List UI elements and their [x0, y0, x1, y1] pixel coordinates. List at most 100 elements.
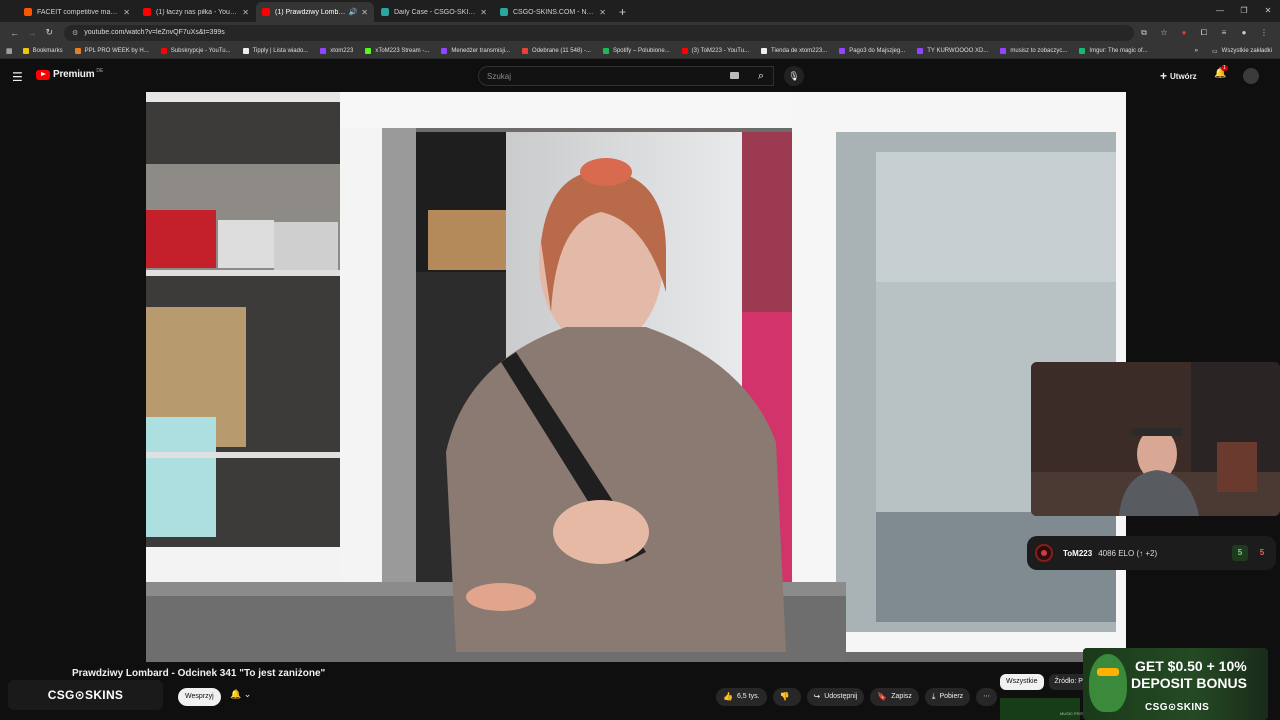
close-window-icon[interactable]: ✕	[1256, 6, 1280, 15]
bookmark-label: xtom223	[330, 47, 354, 54]
media-control-icon[interactable]: ≡	[1214, 28, 1234, 38]
youtube-play-icon	[36, 69, 50, 80]
bookmark-item[interactable]: Menedżer transmisji...	[441, 47, 510, 54]
video-player[interactable]: ToM223 4086 ELO (↑ +2) 5 5	[0, 92, 1280, 662]
bookmark-star-icon[interactable]: ☆	[1154, 28, 1174, 38]
faceit-elo-overlay: ToM223 4086 ELO (↑ +2) 5 5	[1027, 536, 1276, 570]
reload-icon[interactable]: ↻	[41, 27, 58, 38]
dislike-button[interactable]: 👎	[772, 688, 801, 706]
create-button[interactable]: + Utwórz	[1160, 68, 1197, 84]
bookmark-favicon-icon	[160, 47, 167, 54]
bookmark-label: xToM223 Stream -...	[375, 47, 430, 54]
youtube-logo[interactable]: Premium DE	[36, 67, 104, 80]
close-tab-icon[interactable]: ✕	[599, 8, 606, 17]
browser-tab[interactable]: (1) Prawdziwy Lombard - O...🔊✕	[256, 2, 374, 22]
support-button[interactable]: Wesprzyj	[178, 688, 221, 706]
extension-icon[interactable]: ●	[1174, 28, 1194, 38]
search-input[interactable]: Szukaj	[478, 66, 774, 86]
bookmark-favicon-icon	[365, 47, 372, 54]
video-frame[interactable]	[146, 92, 1126, 662]
bookmark-favicon-icon	[602, 47, 609, 54]
bookmark-favicon-icon	[761, 47, 768, 54]
bookmark-item[interactable]: Odebrane (11 548) -...	[522, 47, 591, 54]
thumbs-up-icon: 👍	[723, 692, 733, 701]
ad-subheadline: DEPOSIT BONUS	[1131, 675, 1247, 691]
bookmark-item[interactable]: PPL PRO WEEK by H...	[74, 47, 149, 54]
forward-icon[interactable]: →	[23, 28, 40, 38]
avatar[interactable]	[1243, 68, 1259, 84]
channel-name[interactable]: CSG⊙SKINS	[8, 680, 163, 710]
site-info-icon[interactable]: ⚙	[72, 29, 78, 37]
browser-tab[interactable]: Daily Case - CSGO-SKINS.COM ✕	[375, 2, 493, 22]
menu-icon[interactable]: ☰	[12, 70, 23, 84]
download-label: Pobierz	[939, 693, 964, 700]
close-tab-icon[interactable]: ✕	[480, 8, 487, 17]
minimize-icon[interactable]: —	[1208, 6, 1232, 15]
extensions-puzzle-icon[interactable]: ⧠	[1194, 28, 1214, 38]
bookmark-item[interactable]: Subskrypcje - YouTu...	[160, 47, 231, 54]
browser-tab[interactable]: FACEIT competitive match - FA...✕	[18, 2, 136, 22]
apps-grid-icon[interactable]: ▦	[6, 47, 13, 55]
like-button[interactable]: 👍 6,5 tys.	[716, 688, 767, 706]
restore-icon[interactable]: ❐	[1232, 6, 1256, 15]
url-field[interactable]: ⚙ youtube.com/watch?v=leZnvQF7uXs&t=399s	[63, 24, 1134, 41]
chip-all[interactable]: Wszystkie	[1000, 674, 1044, 690]
browser-menu-icon[interactable]: ⋮	[1254, 28, 1274, 38]
bookmark-favicon-icon	[522, 47, 529, 54]
bookmark-item[interactable]: Bookmarks	[22, 47, 63, 54]
tab-audio-icon[interactable]: 🔊	[349, 8, 358, 16]
share-label: Udostępnij	[824, 693, 858, 700]
bookmark-label: Imgur: The magic of...	[1089, 47, 1148, 54]
webcam-image	[1031, 362, 1280, 516]
bookmark-item[interactable]: xtom223	[320, 47, 354, 54]
video-scene-image	[146, 92, 1126, 662]
close-tab-icon[interactable]: ✕	[123, 8, 130, 17]
save-label: Zapisz	[891, 693, 912, 700]
bookmark-item[interactable]: Spotify – Polubione...	[602, 47, 670, 54]
bookmark-favicon-icon	[242, 47, 249, 54]
search-icon[interactable]: ⌕	[748, 66, 774, 86]
bookmark-item[interactable]: Tienda de xtom223...	[761, 47, 827, 54]
sponsor-ad-banner[interactable]: GET $0.50 + 10% DEPOSIT BONUS CSG⊙SKINS	[1083, 648, 1268, 720]
microphone-icon[interactable]: 🎙	[784, 66, 804, 86]
more-bookmarks-icon[interactable]: »	[1195, 48, 1198, 54]
bookmark-item[interactable]: Tipply | Lista wiado...	[242, 47, 309, 54]
region-code: DE	[96, 67, 104, 74]
keyboard-icon[interactable]	[730, 72, 739, 79]
url-text: youtube.com/watch?v=leZnvQF7uXs&t=399s	[84, 29, 225, 36]
bookmark-item[interactable]: musisz to zobaczyc...	[1000, 47, 1067, 54]
bookmark-label: Tipply | Lista wiado...	[252, 47, 309, 54]
video-title: Prawdziwy Lombard - Odcinek 341 "To jest…	[72, 668, 326, 679]
more-actions-button[interactable]: ⋯	[976, 688, 998, 706]
all-bookmarks-folder[interactable]: ▭ Wszystkie zakładki	[1212, 48, 1272, 55]
notifications-bell-icon[interactable]: 🔔 1	[1214, 65, 1228, 79]
close-tab-icon[interactable]: ✕	[361, 8, 368, 17]
install-app-icon[interactable]: ⧉	[1134, 28, 1154, 38]
close-tab-icon[interactable]: ✕	[242, 8, 249, 17]
new-tab-button[interactable]: +	[613, 2, 632, 22]
bookmark-label: PPL PRO WEEK by H...	[84, 47, 149, 54]
bookmark-item[interactable]: Imgur: The magic of...	[1079, 47, 1148, 54]
browser-tab[interactable]: (1) łaczy nas piłka - YouTube ✕	[137, 2, 255, 22]
bookmark-item[interactable]: xToM223 Stream -...	[365, 47, 430, 54]
share-button[interactable]: ↪ Udostępnij	[806, 688, 865, 706]
back-icon[interactable]: ←	[6, 28, 23, 38]
bookmark-favicon-icon	[441, 47, 448, 54]
recommendation-chips: Wszystkie Źródło: P	[1000, 674, 1094, 690]
recommended-video-thumbnail[interactable]: MUSIC FESTIVAL MIAMI 2026	[1000, 698, 1115, 720]
bookmark-item[interactable]: Pago3 do Majszjeg...	[839, 47, 906, 54]
bookmark-label: Pago3 do Majszjeg...	[849, 47, 906, 54]
download-button[interactable]: ⤓ Pobierz	[924, 688, 971, 706]
notification-bell-icon[interactable]: 🔔 ⌄	[230, 689, 251, 700]
save-button[interactable]: 🔖 Zapisz	[870, 688, 919, 706]
tab-title: CSGO-SKINS.COM - Najlepsze...	[513, 8, 595, 16]
bookmark-item[interactable]: TY KURWOOOO XD...	[917, 47, 988, 54]
bookmark-favicon-icon	[1000, 47, 1007, 54]
bookmark-item[interactable]: (3) ToM223 - YouTu...	[681, 47, 749, 54]
browser-tab[interactable]: CSGO-SKINS.COM - Najlepsze... ✕	[494, 2, 612, 22]
bookmark-label: Bookmarks	[32, 47, 63, 54]
profile-icon[interactable]: ●	[1234, 28, 1254, 38]
bookmark-favicon-icon	[681, 47, 688, 54]
losses-count: 5	[1259, 548, 1265, 557]
bookmark-favicon-icon	[1079, 47, 1086, 54]
